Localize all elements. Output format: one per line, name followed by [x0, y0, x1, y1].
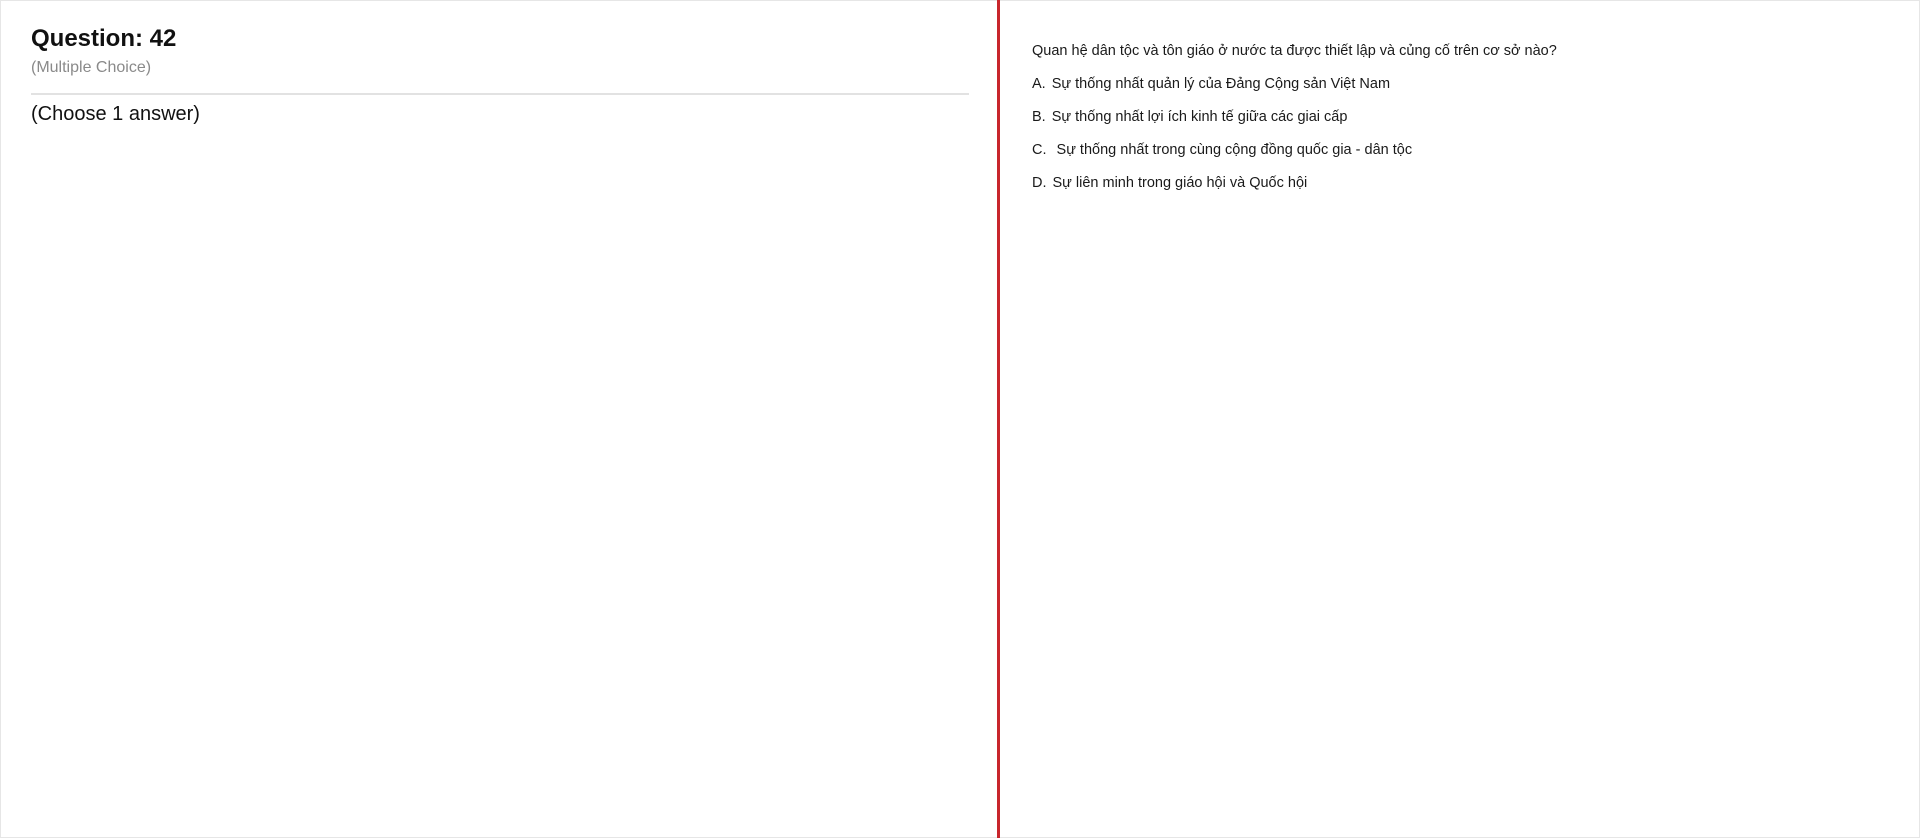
- option-letter: B.: [1032, 109, 1046, 125]
- question-content-pane: Quan hệ dân tộc và tôn giáo ở nước ta đư…: [1001, 1, 1919, 837]
- answer-instruction: (Choose 1 answer): [31, 103, 200, 125]
- option-text: Sự thống nhất quản lý của Đảng Cộng sản …: [1051, 76, 1391, 92]
- option-c[interactable]: C. Sự thống nhất trong cùng cộng đồng qu…: [1032, 142, 1412, 158]
- question-prompt: Quan hệ dân tộc và tôn giáo ở nước ta đư…: [1032, 43, 1557, 59]
- option-text: Sự liên minh trong giáo hội và Quốc hội: [1052, 175, 1308, 191]
- option-a[interactable]: A. Sự thống nhất quản lý của Đảng Cộng sả…: [1032, 76, 1390, 92]
- option-letter: C.: [1032, 142, 1047, 158]
- option-text: Sự thống nhất lợi ích kinh tế giữa các g…: [1051, 109, 1348, 125]
- option-b[interactable]: B. Sự thống nhất lợi ích kinh tế giữa các…: [1032, 109, 1347, 125]
- pane-divider: [997, 0, 1000, 838]
- header-divider: [31, 93, 969, 95]
- question-title: Question: 42: [31, 25, 177, 52]
- option-letter: D.: [1032, 175, 1047, 191]
- option-text: Sự thống nhất trong cùng cộng đồng quốc …: [1052, 142, 1413, 158]
- option-letter: A.: [1032, 76, 1046, 92]
- page-frame: Question: 42 (Multiple Choice) (Choose 1…: [0, 0, 1920, 838]
- question-header-pane: Question: 42 (Multiple Choice) (Choose 1…: [1, 1, 998, 837]
- question-type: (Multiple Choice): [31, 59, 152, 76]
- option-d[interactable]: D. Sự liên minh trong giáo hội và Quốc hộ…: [1032, 175, 1307, 191]
